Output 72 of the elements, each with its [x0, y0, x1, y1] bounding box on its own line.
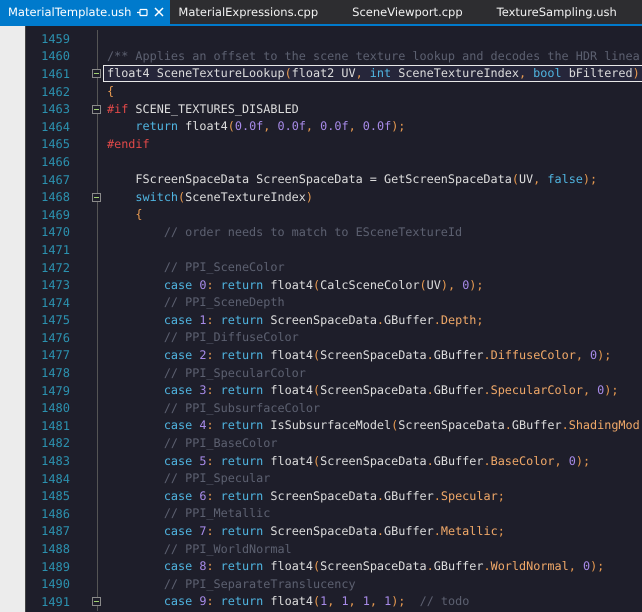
- code-line: // PPI_Specular: [162, 471, 270, 486]
- line-number: 1459: [40, 32, 70, 46]
- pin-icon[interactable]: [137, 8, 148, 16]
- line-number: 1485: [40, 489, 70, 504]
- line-number: 1488: [40, 542, 70, 556]
- code-line: case 0: return float4(CalcSceneColor(UV), 0);: [162, 278, 484, 293]
- line-number: 1489: [40, 560, 70, 574]
- line-number: 1481: [40, 418, 70, 433]
- line-number: 1471: [40, 242, 70, 257]
- line-number: 1469: [40, 208, 70, 222]
- code-line: // order needs to match to ESceneTextureId: [162, 224, 462, 240]
- line-number: 1467: [40, 172, 70, 187]
- code-line: case 5: return float4(ScreenSpaceData.GBuffer.BaseColor, 0);: [162, 454, 590, 469]
- collapse-icon[interactable]: [92, 597, 101, 606]
- line-number: 1461: [40, 66, 70, 81]
- code-line: case 8: return float4(ScreenSpaceData.GBuffer.WorldNormal, 0);: [162, 559, 604, 574]
- line-number: 1490: [40, 577, 70, 592]
- code-line: case 9: return float4(1, 1, 1, 1); // todo: [162, 594, 470, 610]
- line-number: 1473: [40, 278, 70, 292]
- line-number: 1465: [40, 137, 70, 152]
- line-number: 1463: [40, 102, 70, 116]
- line-number: 1486: [40, 506, 70, 521]
- line-number: 1464: [40, 120, 70, 134]
- line-number: 1477: [40, 348, 70, 362]
- code-line: // PPI_BaseColor: [162, 436, 278, 451]
- code-line: {: [106, 84, 114, 100]
- editor-tab[interactable]: MaterialExpressions.cpp: [174, 0, 348, 24]
- code-line: // PPI_SceneColor: [162, 260, 285, 276]
- collapse-icon[interactable]: [92, 192, 101, 202]
- line-number: 1466: [40, 154, 70, 169]
- code-line: // PPI_Metallic: [162, 506, 270, 522]
- code-line: {: [134, 207, 143, 222]
- code-line: /** Applies an offset to the scene texture lookup and decodes the HDR linea: [106, 48, 640, 64]
- line-number: 1460: [40, 49, 70, 64]
- collapse-icon[interactable]: [92, 104, 101, 114]
- collapse-icon[interactable]: [92, 69, 101, 78]
- line-number: 1472: [40, 260, 70, 275]
- code-line: case 3: return float4(ScreenSpaceData.GBuffer.SpecularColor, 0);: [162, 383, 618, 398]
- code-line: // PPI_SceneDepth: [162, 295, 285, 310]
- code-line: // PPI_SeparateTranslucency: [162, 576, 356, 592]
- line-number: 1482: [40, 436, 70, 450]
- line-number: 1480: [40, 401, 70, 416]
- code-line: // PPI_SubsurfaceColor: [162, 400, 320, 416]
- editor-tab[interactable]: TextureSampling.ush: [492, 0, 621, 24]
- editor-tab[interactable]: SceneViewport.cpp: [348, 0, 493, 24]
- code-line: case 7: return ScreenSpaceData.GBuffer.Metallic;: [162, 524, 505, 539]
- line-number: 1476: [40, 330, 70, 345]
- line-number: 1468: [40, 190, 70, 204]
- line-number: 1470: [40, 225, 70, 240]
- line-number: 1484: [40, 472, 70, 486]
- code-line: #endif: [106, 136, 150, 152]
- code-line: case 1: return ScreenSpaceData.GBuffer.Depth;: [162, 312, 484, 328]
- line-number: 1462: [40, 84, 70, 99]
- code-line: FScreenSpaceData ScreenSpaceData = GetScreenSpaceData(UV, false);: [134, 172, 598, 188]
- code-line: case 4: return IsSubsurfaceModel(ScreenSpaceData.GBuffer.ShadingMod: [162, 418, 640, 434]
- line-number: 1474: [40, 296, 70, 310]
- line-number: 1491: [40, 594, 70, 609]
- close-icon[interactable]: [154, 7, 164, 17]
- code-line: // PPI_DiffuseColor: [162, 330, 299, 346]
- code-line: case 2: return float4(ScreenSpaceData.GBuffer.DiffuseColor, 0);: [162, 348, 612, 363]
- line-number: 1483: [40, 454, 70, 468]
- line-number: 1478: [40, 366, 70, 380]
- line-number: 1487: [40, 524, 70, 538]
- line-number: 1479: [40, 384, 70, 398]
- editor-tab[interactable]: MaterialTemplate.ush: [0, 0, 170, 24]
- code-line: // PPI_SpecularColor: [162, 366, 306, 381]
- code-line: #if SCENE_TEXTURES_DISABLED: [106, 102, 299, 117]
- code-line: return float4(0.0f, 0.0f, 0.0f, 0.0f);: [134, 119, 406, 134]
- code-line: switch(SceneTextureIndex): [134, 190, 313, 205]
- line-number: 1475: [40, 313, 70, 328]
- code-line: case 6: return ScreenSpaceData.GBuffer.Specular;: [162, 488, 505, 504]
- code-line: // PPI_WorldNormal: [162, 542, 292, 557]
